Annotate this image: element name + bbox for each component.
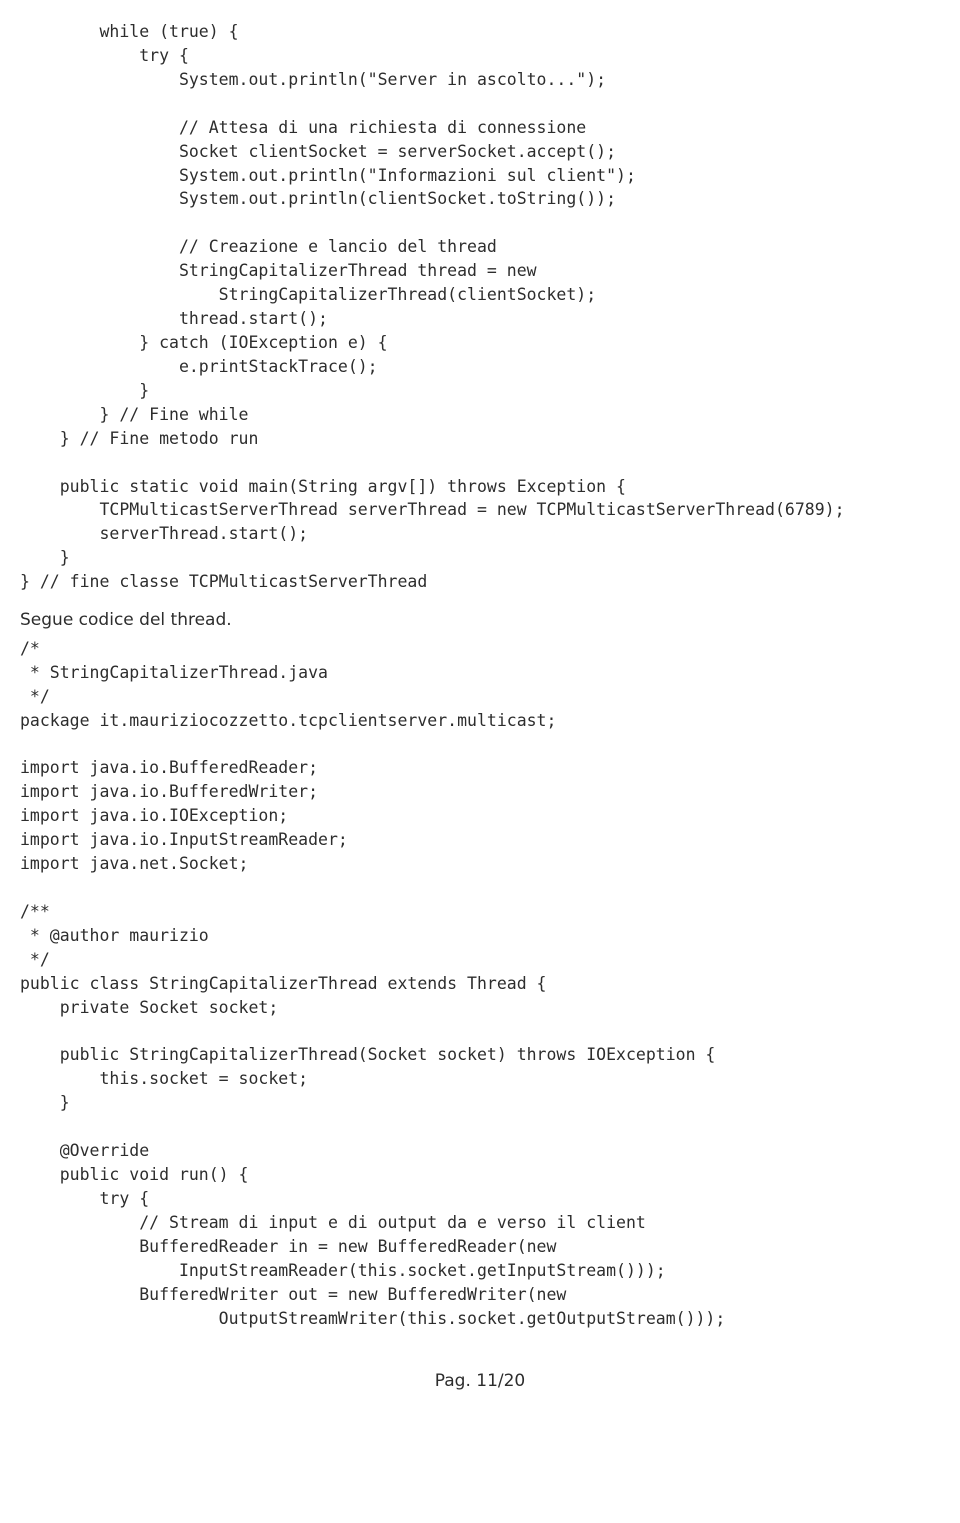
prose-segue-codice: Segue codice del thread. [20, 608, 940, 633]
code-block-1: while (true) { try { System.out.println(… [20, 20, 940, 594]
code-block-2: /* * StringCapitalizerThread.java */ pac… [20, 637, 940, 1331]
page-footer: Pag. 11/20 [20, 1369, 940, 1394]
